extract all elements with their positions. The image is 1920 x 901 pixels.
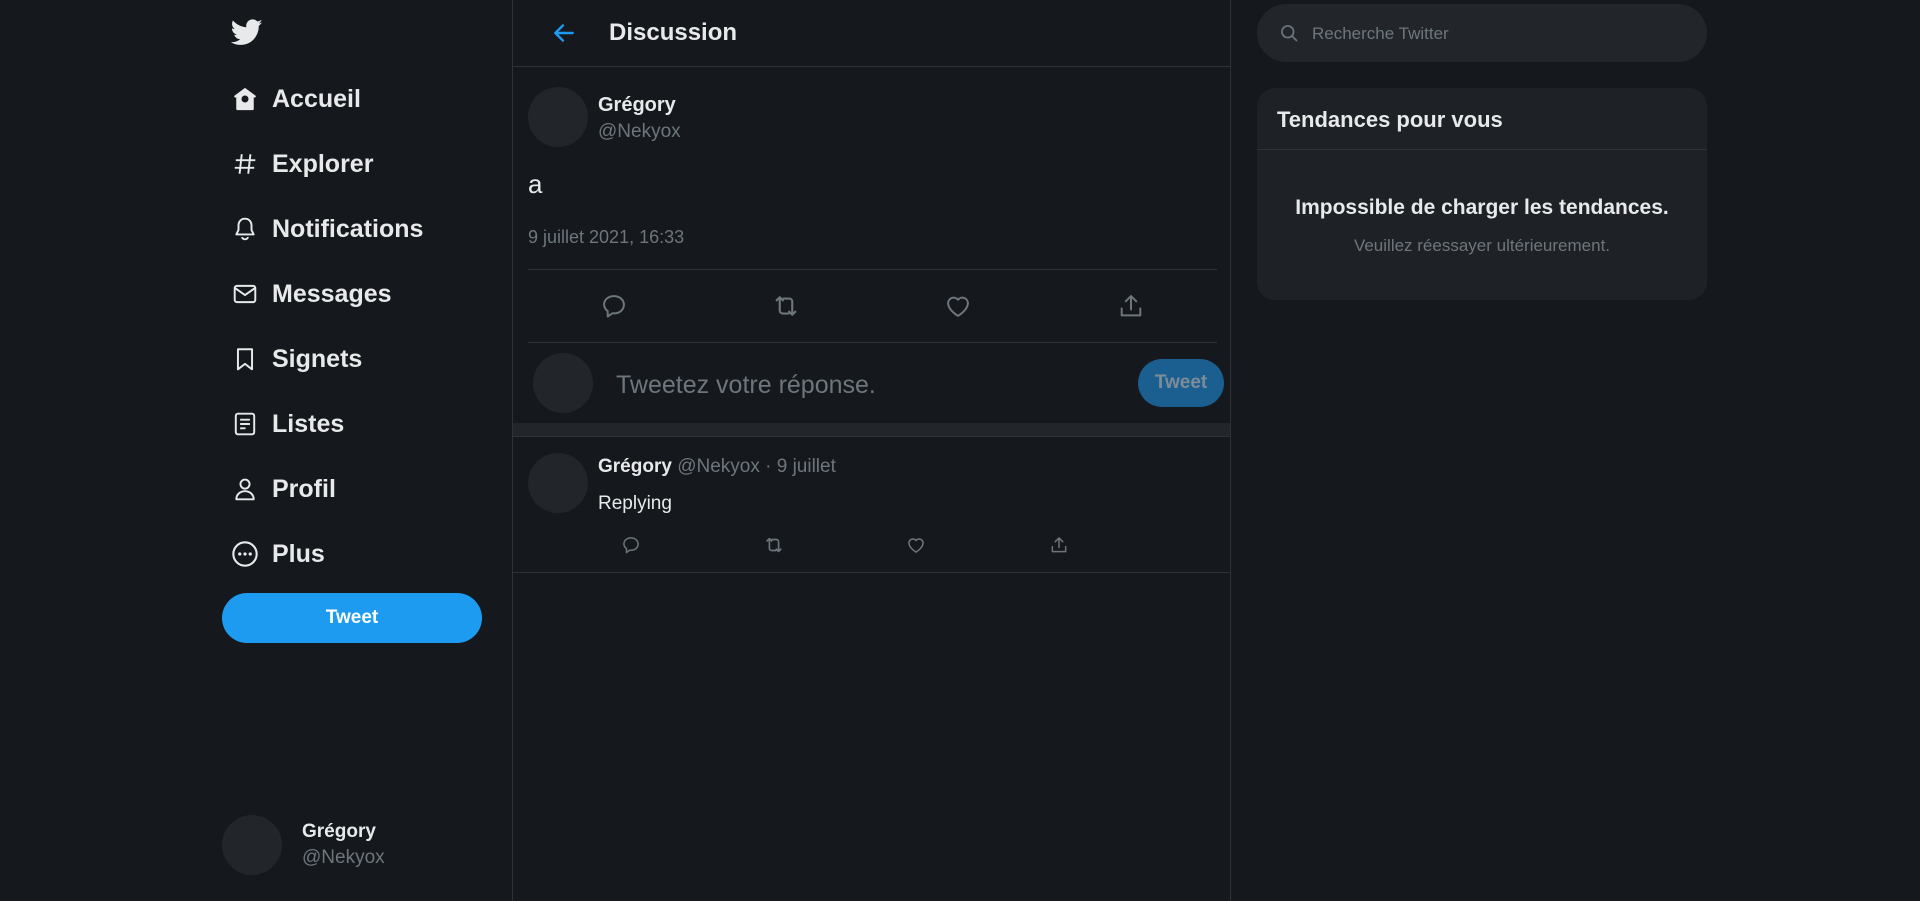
twitter-bird-icon[interactable] bbox=[231, 16, 263, 48]
sidebar-item-label: Profil bbox=[272, 474, 336, 503]
sidebar-item-plus[interactable]: Plus bbox=[230, 534, 325, 574]
reply-meta: @Nekyox · 9 juillet bbox=[677, 456, 836, 477]
reply-tweet-button[interactable]: Tweet bbox=[1138, 359, 1224, 407]
like-heart-icon[interactable] bbox=[942, 290, 974, 322]
sidebar-item-explorer[interactable]: Explorer bbox=[230, 144, 373, 184]
avatar bbox=[222, 815, 282, 875]
reply-author-name[interactable]: Grégory bbox=[598, 456, 672, 477]
sidebar-item-messages[interactable]: Messages bbox=[230, 274, 392, 314]
reply-composer: Tweet bbox=[528, 343, 1224, 423]
retweet-icon[interactable] bbox=[770, 290, 802, 322]
share-icon[interactable] bbox=[1048, 534, 1070, 556]
page-header: Discussion bbox=[513, 0, 1230, 67]
app: Accueil Explorer Notifications Messages bbox=[0, 0, 1920, 901]
avatar bbox=[533, 353, 593, 413]
trends-retry-hint: Veuillez réessayer ultérieurement. bbox=[1353, 236, 1611, 255]
tweet-actions bbox=[528, 270, 1217, 342]
share-icon[interactable] bbox=[1115, 290, 1147, 322]
section-separator bbox=[513, 423, 1230, 437]
sidebar: Accueil Explorer Notifications Messages bbox=[0, 0, 512, 901]
reply-header: Grégory @Nekyox · 9 juillet bbox=[598, 456, 836, 478]
tweet-timestamp[interactable]: 9 juillet 2021, 16:33 bbox=[528, 227, 684, 248]
like-heart-icon[interactable] bbox=[905, 534, 927, 556]
reply-icon[interactable] bbox=[598, 290, 630, 322]
account-name: Grégory bbox=[302, 821, 376, 842]
sidebar-item-label: Signets bbox=[272, 344, 363, 373]
page-title: Discussion bbox=[609, 19, 738, 46]
divider bbox=[513, 572, 1230, 573]
reply-icon[interactable] bbox=[620, 534, 642, 556]
reply-text: Replying bbox=[598, 493, 672, 514]
sidebar-item-label: Explorer bbox=[272, 149, 374, 178]
sidebar-item-profil[interactable]: Profil bbox=[230, 469, 336, 509]
hashtag-icon bbox=[230, 149, 260, 179]
bell-icon bbox=[230, 214, 260, 244]
tweet-author-handle[interactable]: @Nekyox bbox=[598, 121, 681, 143]
sidebar-item-accueil[interactable]: Accueil bbox=[230, 79, 361, 119]
list-icon bbox=[230, 409, 260, 439]
trends-panel: Tendances pour vous Impossible de charge… bbox=[1257, 88, 1707, 300]
sidebar-item-label: Listes bbox=[272, 409, 345, 438]
sidebar-item-label: Messages bbox=[272, 279, 392, 308]
sidebar-item-notifications[interactable]: Notifications bbox=[230, 209, 423, 249]
tweet-text: a bbox=[528, 169, 543, 199]
sidebar-item-label: Notifications bbox=[272, 214, 424, 243]
more-circle-icon bbox=[230, 539, 260, 569]
account-handle: @Nekyox bbox=[302, 847, 385, 868]
home-icon bbox=[230, 84, 260, 114]
sidebar-item-listes[interactable]: Listes bbox=[230, 404, 344, 444]
account-switcher[interactable]: Grégory @Nekyox bbox=[222, 815, 385, 875]
sidebar-item-label: Accueil bbox=[272, 84, 361, 113]
tweet-author-name[interactable]: Grégory bbox=[598, 94, 676, 117]
person-icon bbox=[230, 474, 260, 504]
search-bar bbox=[1257, 4, 1707, 62]
back-arrow-icon[interactable] bbox=[549, 18, 579, 48]
sidebar-item-label: Plus bbox=[272, 539, 325, 568]
avatar[interactable] bbox=[528, 87, 588, 147]
trends-title: Tendances pour vous bbox=[1277, 107, 1503, 132]
tweet-button[interactable]: Tweet bbox=[222, 593, 482, 643]
main-column: Discussion Grégory @Nekyox a 9 juillet 2… bbox=[512, 0, 1231, 901]
reply-tweet[interactable]: Grégory @Nekyox · 9 juillet Replying bbox=[528, 438, 1217, 572]
retweet-icon[interactable] bbox=[763, 534, 785, 556]
reply-input[interactable] bbox=[616, 365, 1096, 405]
avatar[interactable] bbox=[528, 453, 588, 513]
sidebar-item-signets[interactable]: Signets bbox=[230, 339, 362, 379]
bookmark-icon bbox=[230, 344, 260, 374]
envelope-icon bbox=[230, 279, 260, 309]
trends-error-message: Impossible de charger les tendances. bbox=[1295, 196, 1669, 219]
search-input[interactable] bbox=[1312, 21, 1682, 47]
divider bbox=[1257, 149, 1707, 150]
search-icon bbox=[1279, 23, 1299, 43]
